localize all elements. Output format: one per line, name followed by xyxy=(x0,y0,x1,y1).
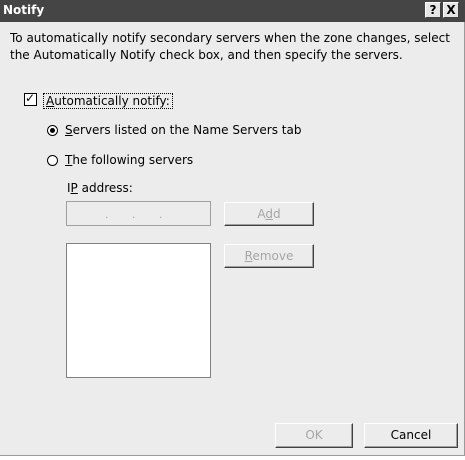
close-icon: X xyxy=(446,3,456,17)
remove-button[interactable]: Remove xyxy=(224,244,314,268)
remove-label-rest: emove xyxy=(252,249,294,263)
auto-notify-label[interactable]: Automatically notify: xyxy=(43,93,173,109)
help-icon: ? xyxy=(429,3,437,17)
description-line-2: the Automatically Notify check box, and … xyxy=(10,48,403,62)
servers-list[interactable] xyxy=(66,243,211,378)
ip-address-input[interactable]: . . . xyxy=(66,201,211,226)
description-text: To automatically notify secondary server… xyxy=(10,30,450,64)
notify-dialog: Notify ? X To automatically notify secon… xyxy=(0,0,465,456)
following-servers-radio-label[interactable]: The following servers xyxy=(65,153,193,167)
name-servers-radio[interactable] xyxy=(47,125,58,136)
add-mnemonic: d xyxy=(265,207,273,221)
add-button[interactable]: Add xyxy=(224,202,314,226)
description-line-1: To automatically notify secondary server… xyxy=(10,31,450,45)
help-button[interactable]: ? xyxy=(425,2,441,18)
ok-button[interactable]: OK xyxy=(275,423,353,448)
auto-notify-label-text: utomatically notify: xyxy=(54,94,170,108)
auto-notify-checkbox[interactable]: ✓ xyxy=(24,91,37,106)
following-servers-label-text: he following servers xyxy=(72,153,194,167)
radio-selected-dot xyxy=(50,128,55,133)
add-label-rest: d xyxy=(273,207,281,221)
ip-address-placeholder: . . . xyxy=(105,208,163,221)
name-servers-radio-label[interactable]: Servers listed on the Name Servers tab xyxy=(65,123,301,137)
following-servers-radio[interactable] xyxy=(47,155,58,166)
close-button[interactable]: X xyxy=(443,2,459,18)
auto-notify-mnemonic: A xyxy=(46,94,55,108)
checkmark-icon: ✓ xyxy=(25,91,36,105)
title-bar: Notify ? X xyxy=(0,0,465,22)
name-servers-mnemonic: S xyxy=(65,123,73,137)
cancel-button[interactable]: Cancel xyxy=(364,423,458,448)
ip-address-label: IP address: xyxy=(67,181,133,195)
ip-label-mnemonic: P xyxy=(70,181,78,195)
dialog-title: Notify xyxy=(3,3,45,17)
name-servers-label-text: ervers listed on the Name Servers tab xyxy=(72,123,302,137)
ip-label-rest: address: xyxy=(77,181,133,195)
